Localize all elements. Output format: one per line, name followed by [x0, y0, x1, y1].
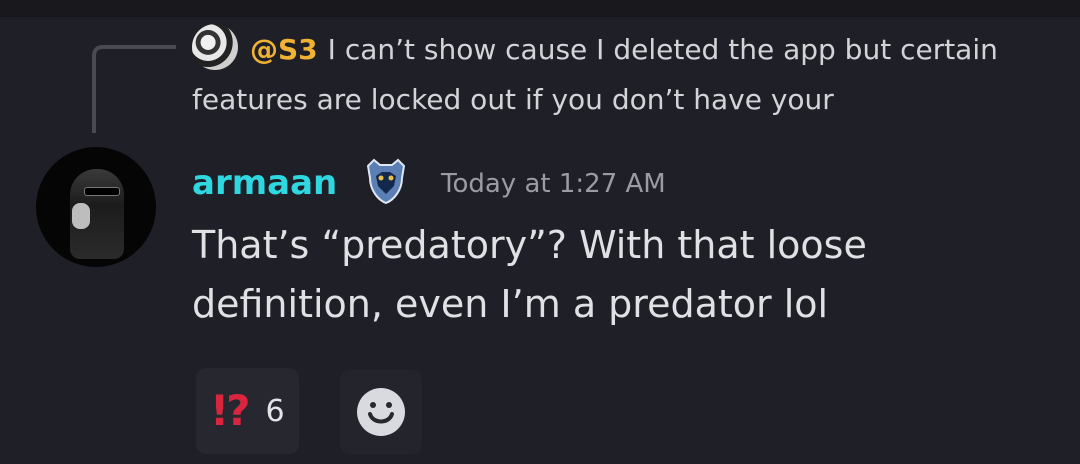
- reply-preview[interactable]: @S3 I can’t show cause I deleted the app …: [192, 24, 1052, 125]
- reply-avatar: [192, 24, 238, 70]
- reaction-count: 6: [265, 393, 285, 429]
- message-content: That’s “predatory”? With that loose defi…: [192, 223, 867, 326]
- timestamp: Today at 1:27 AM: [441, 169, 666, 199]
- top-bar: [0, 0, 1080, 17]
- chat-view: @S3 I can’t show cause I deleted the app …: [0, 0, 1080, 464]
- avatar[interactable]: [36, 147, 156, 267]
- reaction-pill[interactable]: !? 6: [196, 368, 299, 454]
- reply-mention[interactable]: @S3: [250, 33, 318, 66]
- add-reaction-button[interactable]: [340, 370, 422, 454]
- grizzlies-badge-icon[interactable]: [362, 156, 410, 206]
- interrobang-emoji: !?: [210, 386, 250, 435]
- reply-connector: [92, 45, 176, 133]
- smiley-add-reaction-icon: [357, 388, 405, 436]
- username[interactable]: armaan: [192, 158, 337, 208]
